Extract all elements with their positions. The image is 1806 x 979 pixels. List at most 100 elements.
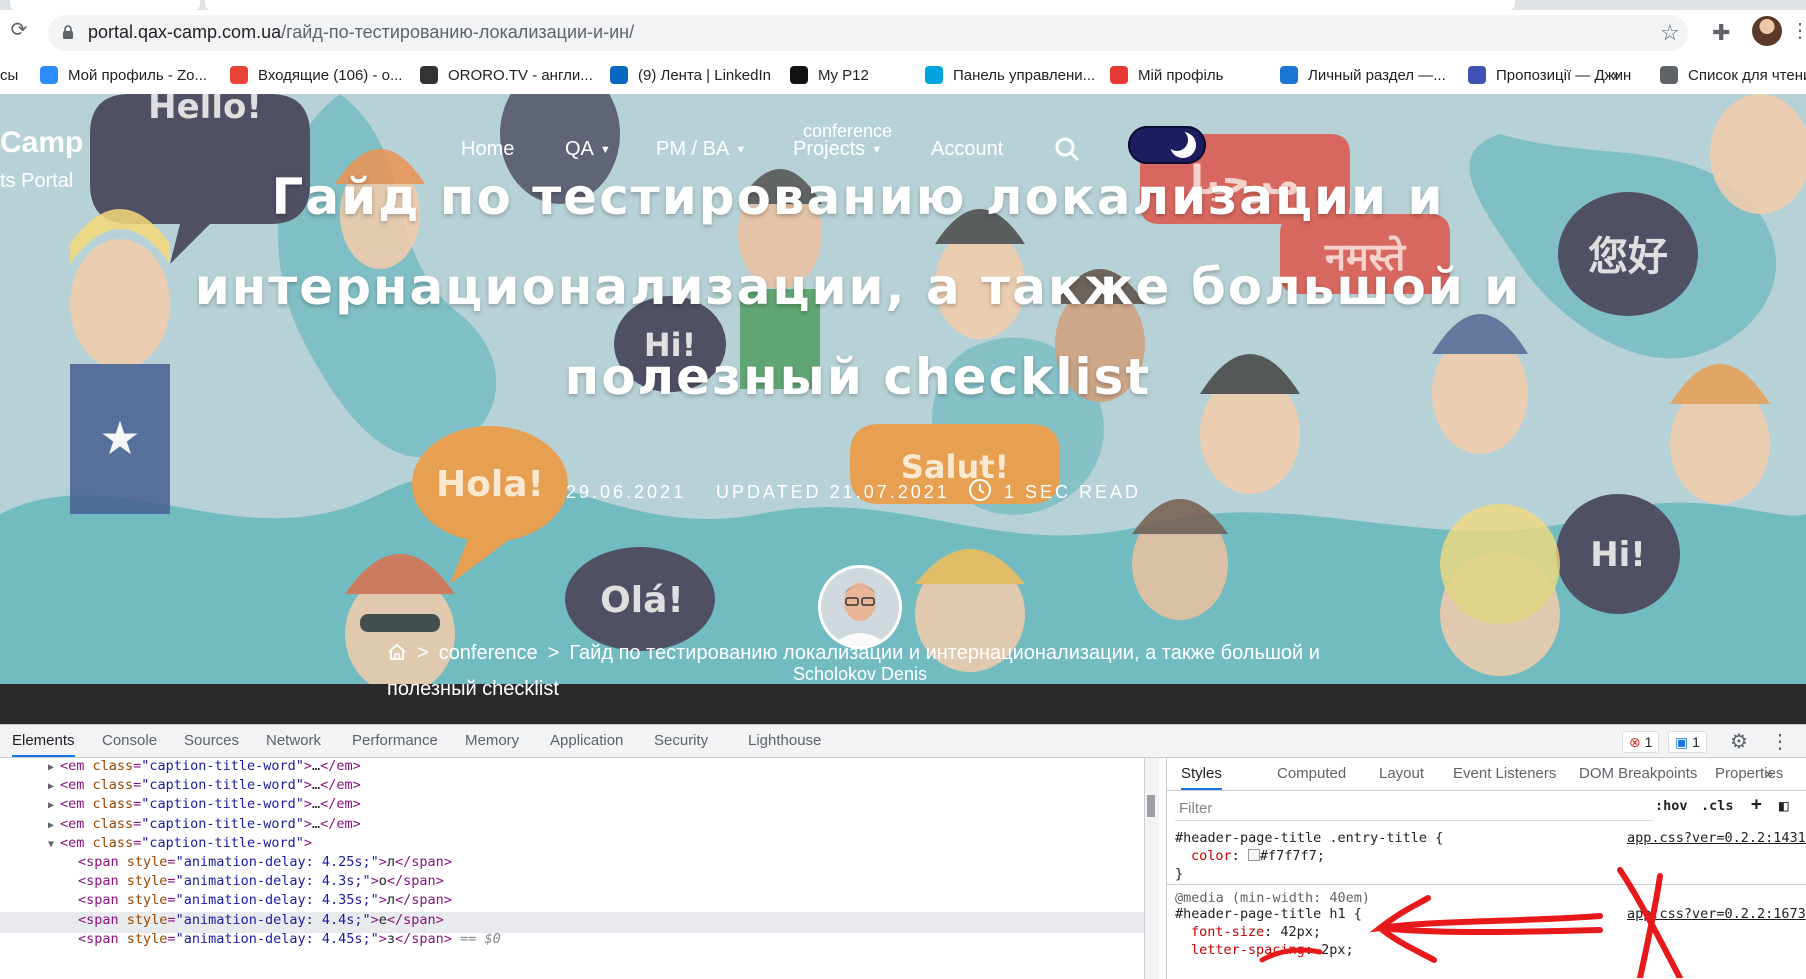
dom-node[interactable]: <span style="animation-delay: 4.4s;">е</… (78, 910, 444, 931)
extensions-puzzle-icon[interactable]: ✚ (1712, 20, 1730, 46)
browser-tab[interactable] (10, 0, 200, 10)
url-path: /гайд-по-тестированию-локализации-и-ин/ (281, 22, 635, 42)
css-rule-source[interactable]: app.css?ver=0.2.2:1673 (1627, 906, 1806, 922)
hov-toggle[interactable]: :hov (1655, 798, 1688, 814)
tab-performance[interactable]: Performance (352, 725, 438, 757)
tab-lighthouse[interactable]: Lighthouse (748, 725, 821, 757)
bookmark-item[interactable]: Личный раздел —... (1280, 56, 1446, 94)
bookmark-label: сы (0, 66, 19, 84)
bookmark-label: ORORO.TV - англи... (448, 66, 593, 84)
more-options-icon[interactable]: ⋮ (1770, 729, 1790, 754)
dom-node[interactable]: ▶ <em class="caption-title-word">…</em> (48, 758, 361, 777)
bookmark-item[interactable]: Список для чтени (1660, 56, 1806, 94)
breadcrumb-category[interactable]: conference (439, 642, 538, 664)
profile-avatar[interactable] (1752, 16, 1782, 46)
home-icon[interactable] (387, 643, 407, 661)
elements-scrollbar[interactable] (1144, 758, 1159, 979)
linkedin-icon (610, 66, 628, 84)
bookmark-star-icon[interactable]: ☆ (1660, 20, 1680, 46)
bookmark-item[interactable]: Мой профиль - Zo... (40, 56, 207, 94)
bookmark-item[interactable]: ORORO.TV - англи... (420, 56, 593, 94)
tab-sources[interactable]: Sources (184, 725, 239, 757)
css-property-name[interactable]: color (1191, 848, 1232, 864)
bookmark-label: Панель управлени... (953, 66, 1096, 84)
clock-icon (969, 479, 991, 501)
css-declaration[interactable]: font-size: 42px; (1191, 924, 1321, 940)
error-icon: ⊗ (1629, 734, 1641, 750)
reading-list-icon (1660, 66, 1678, 84)
djinni-icon (1468, 66, 1486, 84)
dom-node[interactable]: ▶ <em class="caption-title-word">…</em> (48, 794, 361, 815)
panel-icon (925, 66, 943, 84)
post-updated: UPDATED 21.07.2021 (716, 482, 950, 502)
bookmark-item[interactable]: сы (0, 56, 18, 94)
rule-divider (1167, 884, 1806, 885)
css-rule-selector[interactable]: #header-page-title h1 { (1175, 906, 1362, 922)
css-rule-source[interactable]: app.css?ver=0.2.2:1431 (1627, 830, 1806, 846)
css-declaration[interactable]: color: #f7f7f7; (1191, 848, 1325, 864)
gear-icon[interactable]: ⚙ (1730, 729, 1748, 754)
css-rule-selector[interactable]: #header-page-title .entry-title { (1175, 830, 1443, 846)
css-property-name[interactable]: font-size (1191, 924, 1264, 940)
bookmark-item[interactable]: My P12 (790, 56, 869, 94)
author-name[interactable]: Scholokov Denis (700, 664, 1020, 684)
tab-dom-breakpoints[interactable]: DOM Breakpoints (1579, 758, 1697, 790)
dom-node[interactable]: <span style="animation-delay: 4.3s;">о</… (78, 871, 444, 892)
tab-security[interactable]: Security (654, 725, 708, 757)
dom-node[interactable]: <span style="animation-delay: 4.45s;">з<… (78, 929, 501, 950)
dom-node[interactable]: <span style="animation-delay: 4.35s;">л<… (78, 890, 452, 911)
dom-node[interactable]: ▶ <em class="caption-title-word">…</em> (48, 814, 361, 835)
bookmark-item[interactable]: Мій профіль (1110, 56, 1223, 94)
css-rule-source-link[interactable]: app.css?ver=0.2.2:1673 (1627, 906, 1806, 922)
url-text[interactable]: portal.qax-camp.com.ua/гайд-по-тестирова… (88, 22, 634, 43)
tab-network[interactable]: Network (266, 725, 321, 757)
bookmark-item[interactable]: Входящие (106) - о... (230, 56, 402, 94)
hero-banner: Hello! Hola! Olá! Salut! Hi! Hi! 您好 नमस्… (0, 94, 1806, 684)
dom-node[interactable]: <span style="animation-delay: 4.25s;">л<… (78, 852, 452, 873)
css-rule-source-link[interactable]: app.css?ver=0.2.2:1431 (1627, 830, 1806, 846)
color-swatch[interactable] (1247, 849, 1260, 861)
tab-styles[interactable]: Styles (1181, 758, 1222, 790)
tab-event-listeners[interactable]: Event Listeners (1453, 758, 1556, 790)
author-avatar[interactable] (821, 568, 899, 646)
browser-tab-active[interactable] (205, 0, 1515, 10)
css-property-value[interactable]: 2px; (1321, 942, 1354, 958)
css-property-value[interactable]: #f7f7f7; (1260, 848, 1325, 864)
elements-tree[interactable]: ▶ <em class="caption-title-word">…</em> ▶ <… (0, 758, 1144, 979)
bookmark-item[interactable]: » (1612, 56, 1620, 94)
tab-strip (0, 0, 1806, 10)
bookmark-item[interactable]: Пропозиції — Джин (1468, 56, 1631, 94)
tab-computed[interactable]: Computed (1277, 758, 1346, 790)
tab-layout[interactable]: Layout (1379, 758, 1424, 790)
zoom-icon (40, 66, 58, 84)
tab-application[interactable]: Application (550, 725, 623, 757)
tabs-overflow-icon[interactable]: » (1765, 758, 1773, 790)
cls-toggle[interactable]: .cls (1701, 798, 1734, 814)
message-count-badge[interactable]: ▣ 1 (1668, 731, 1707, 753)
bookmark-item[interactable]: (9) Лента | LinkedIn (610, 56, 771, 94)
reload-icon[interactable]: ⟳ (8, 19, 30, 41)
breadcrumb-current: Гайд по тестированию локализации и интер… (569, 642, 1320, 664)
lock-icon[interactable] (62, 24, 74, 40)
new-rule-button[interactable]: + (1751, 794, 1762, 815)
bookmark-label: Список для чтени (1688, 66, 1806, 84)
collapse-triangle-icon[interactable]: ▼ (48, 834, 60, 855)
tab-elements[interactable]: Elements (12, 725, 75, 757)
tab-memory[interactable]: Memory (465, 725, 519, 757)
dom-node[interactable]: ▼ <em class="caption-title-word"> (48, 833, 312, 854)
tab-console[interactable]: Console (102, 725, 157, 757)
styles-filter-input[interactable] (1175, 796, 1653, 821)
message-icon: ▣ (1675, 734, 1689, 750)
dom-node[interactable]: ▶ <em class="caption-title-word">…</em> (48, 775, 361, 796)
bookmark-label: Входящие (106) - о... (258, 66, 403, 84)
css-property-name[interactable]: letter-spacing (1191, 942, 1305, 958)
page-title: Гайд по тестированию локализации и интер… (194, 168, 1522, 406)
toggle-sidebar-icon[interactable]: ◧ (1779, 796, 1789, 815)
css-property-value[interactable]: 42px; (1280, 924, 1321, 940)
bookmark-item[interactable]: Панель управлени... (925, 56, 1095, 94)
elements-scrollbar-thumb[interactable] (1147, 795, 1155, 817)
error-count-badge[interactable]: ⊗ 1 (1622, 731, 1660, 753)
css-declaration[interactable]: letter-spacing: 2px; (1191, 942, 1354, 958)
nav-overlay-conference[interactable]: conference (803, 121, 892, 142)
browser-menu-icon[interactable]: ⋮ (1790, 18, 1806, 43)
